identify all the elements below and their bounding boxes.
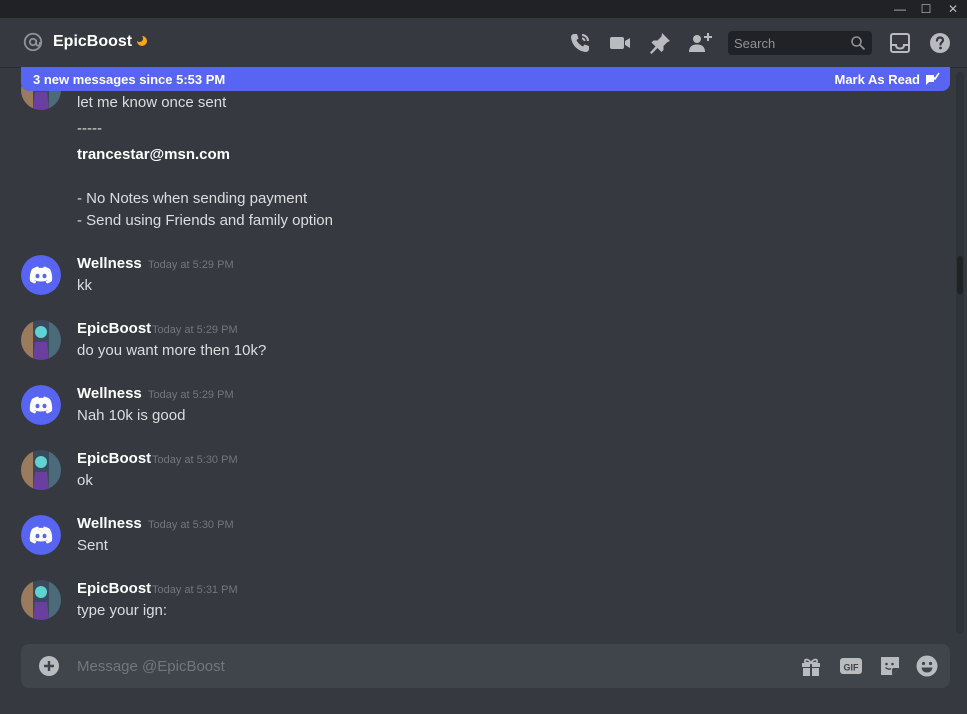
window-titlebar: — ☐ ✕ xyxy=(0,0,967,18)
message-list: let me know once sent ----- trancestar@m… xyxy=(0,67,967,634)
message-timestamp: Today at 5:31 PM xyxy=(152,584,238,596)
avatar[interactable] xyxy=(21,385,61,425)
avatar[interactable] xyxy=(21,580,61,620)
video-call-icon[interactable] xyxy=(608,31,632,55)
idle-status-icon xyxy=(136,35,147,46)
discord-logo-icon xyxy=(21,385,61,425)
discord-logo-icon xyxy=(21,515,61,555)
message-text: do you want more then 10k? xyxy=(77,342,267,359)
avatar[interactable] xyxy=(21,320,61,360)
message-text: - No Notes when sending payment xyxy=(77,190,308,207)
message-timestamp: Today at 5:29 PM xyxy=(148,259,234,271)
add-attachment-icon[interactable] xyxy=(37,654,61,678)
mark-as-read-button[interactable]: Mark As Read xyxy=(835,72,921,87)
message-text: kk xyxy=(77,277,92,294)
message-author[interactable]: EpicBoost xyxy=(77,450,151,467)
close-button[interactable]: ✕ xyxy=(939,0,967,18)
message-text: Sent xyxy=(77,537,108,554)
epicboost-avatar-image xyxy=(21,450,61,490)
search-box[interactable] xyxy=(728,31,872,55)
help-icon[interactable] xyxy=(928,31,952,55)
avatar[interactable] xyxy=(21,255,61,295)
message-author[interactable]: EpicBoost xyxy=(77,320,151,337)
inbox-icon[interactable] xyxy=(888,31,912,55)
scrollbar-track[interactable] xyxy=(956,72,964,634)
mark-read-icon[interactable] xyxy=(924,71,940,87)
emoji-icon[interactable] xyxy=(915,654,939,678)
pin-icon[interactable] xyxy=(648,31,672,55)
dm-title: EpicBoost xyxy=(53,33,133,50)
add-friend-icon[interactable] xyxy=(688,31,712,55)
epicboost-avatar-image xyxy=(21,320,61,360)
discord-logo-icon xyxy=(21,255,61,295)
message-timestamp: Today at 5:30 PM xyxy=(148,519,234,531)
message-timestamp: Today at 5:29 PM xyxy=(148,389,234,401)
message-author[interactable]: EpicBoost xyxy=(77,580,151,597)
message-author[interactable]: Wellness xyxy=(77,255,142,272)
message-text: Nah 10k is good xyxy=(77,407,186,424)
minimize-button[interactable]: — xyxy=(886,0,914,18)
search-icon xyxy=(851,36,866,51)
sticker-icon[interactable] xyxy=(878,654,902,678)
message-email: trancestar@msn.com xyxy=(77,146,231,163)
new-messages-banner[interactable]: 3 new messages since 5:53 PM Mark As Rea… xyxy=(21,67,950,91)
search-input[interactable] xyxy=(734,31,844,55)
message-composer: GIF xyxy=(21,644,950,688)
message-text: ok xyxy=(77,472,93,489)
epicboost-avatar-image xyxy=(21,580,61,620)
gift-icon[interactable] xyxy=(799,654,823,678)
svg-text:GIF: GIF xyxy=(844,663,860,673)
scrollbar-thumb[interactable] xyxy=(957,256,963,294)
avatar[interactable] xyxy=(21,515,61,555)
message-input[interactable] xyxy=(77,655,717,677)
message-text: type your ign: xyxy=(77,602,168,619)
gif-icon[interactable]: GIF xyxy=(839,654,863,678)
maximize-button[interactable]: ☐ xyxy=(912,0,940,18)
message-timestamp: Today at 5:29 PM xyxy=(152,324,238,336)
avatar[interactable] xyxy=(21,450,61,490)
channel-header: EpicBoost xyxy=(0,18,967,67)
message-text: let me know once sent xyxy=(77,94,227,111)
at-sign-icon xyxy=(23,32,43,52)
message-text: ----- xyxy=(77,120,102,137)
message-text: - Send using Friends and family option xyxy=(77,212,333,229)
new-messages-text: 3 new messages since 5:53 PM xyxy=(33,72,226,87)
message-author[interactable]: Wellness xyxy=(77,385,142,402)
message-timestamp: Today at 5:30 PM xyxy=(152,454,238,466)
call-icon[interactable] xyxy=(568,31,592,55)
message-author[interactable]: Wellness xyxy=(77,515,142,532)
